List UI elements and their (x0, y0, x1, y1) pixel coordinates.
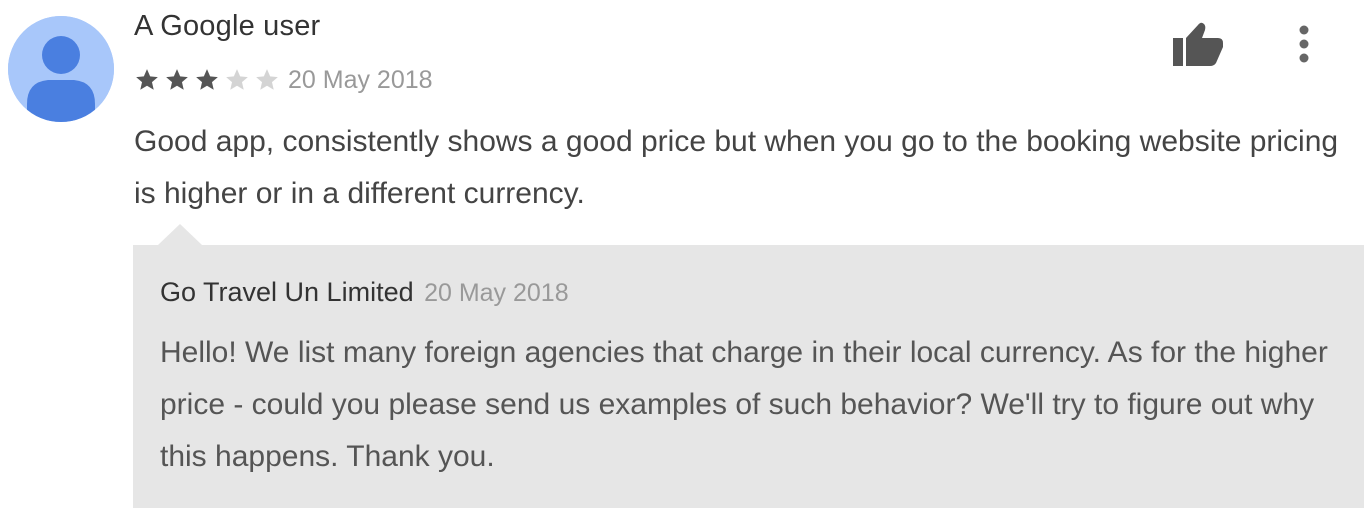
star-empty-icon (256, 69, 278, 90)
avatar (8, 16, 114, 122)
rating-row: 20 May 2018 (134, 62, 433, 98)
reply-date: 20 May 2018 (424, 279, 569, 307)
reply-header: Go Travel Un Limited 20 May 2018 (160, 277, 569, 308)
review-text: Good app, consistently shows a good pric… (134, 125, 1339, 210)
reply-pointer (158, 224, 202, 245)
star-filled-icon (166, 69, 188, 90)
review-date: 20 May 2018 (288, 65, 433, 94)
review-author: A Google user (134, 10, 321, 42)
reply-author: Go Travel Un Limited (160, 277, 414, 307)
star-rating (134, 67, 280, 93)
star-empty-icon (226, 69, 248, 90)
star-filled-icon (136, 69, 158, 90)
more-options-button[interactable] (1286, 22, 1322, 66)
star-filled-icon (196, 69, 218, 90)
reply-text: Hello! We list many foreign agencies tha… (160, 336, 1328, 473)
developer-reply: Go Travel Un Limited 20 May 2018 Hello! … (133, 245, 1364, 508)
helpful-button[interactable] (1170, 20, 1226, 70)
more-vertical-icon (1299, 25, 1309, 63)
thumbs-up-icon (1173, 22, 1223, 66)
person-icon (8, 16, 114, 122)
